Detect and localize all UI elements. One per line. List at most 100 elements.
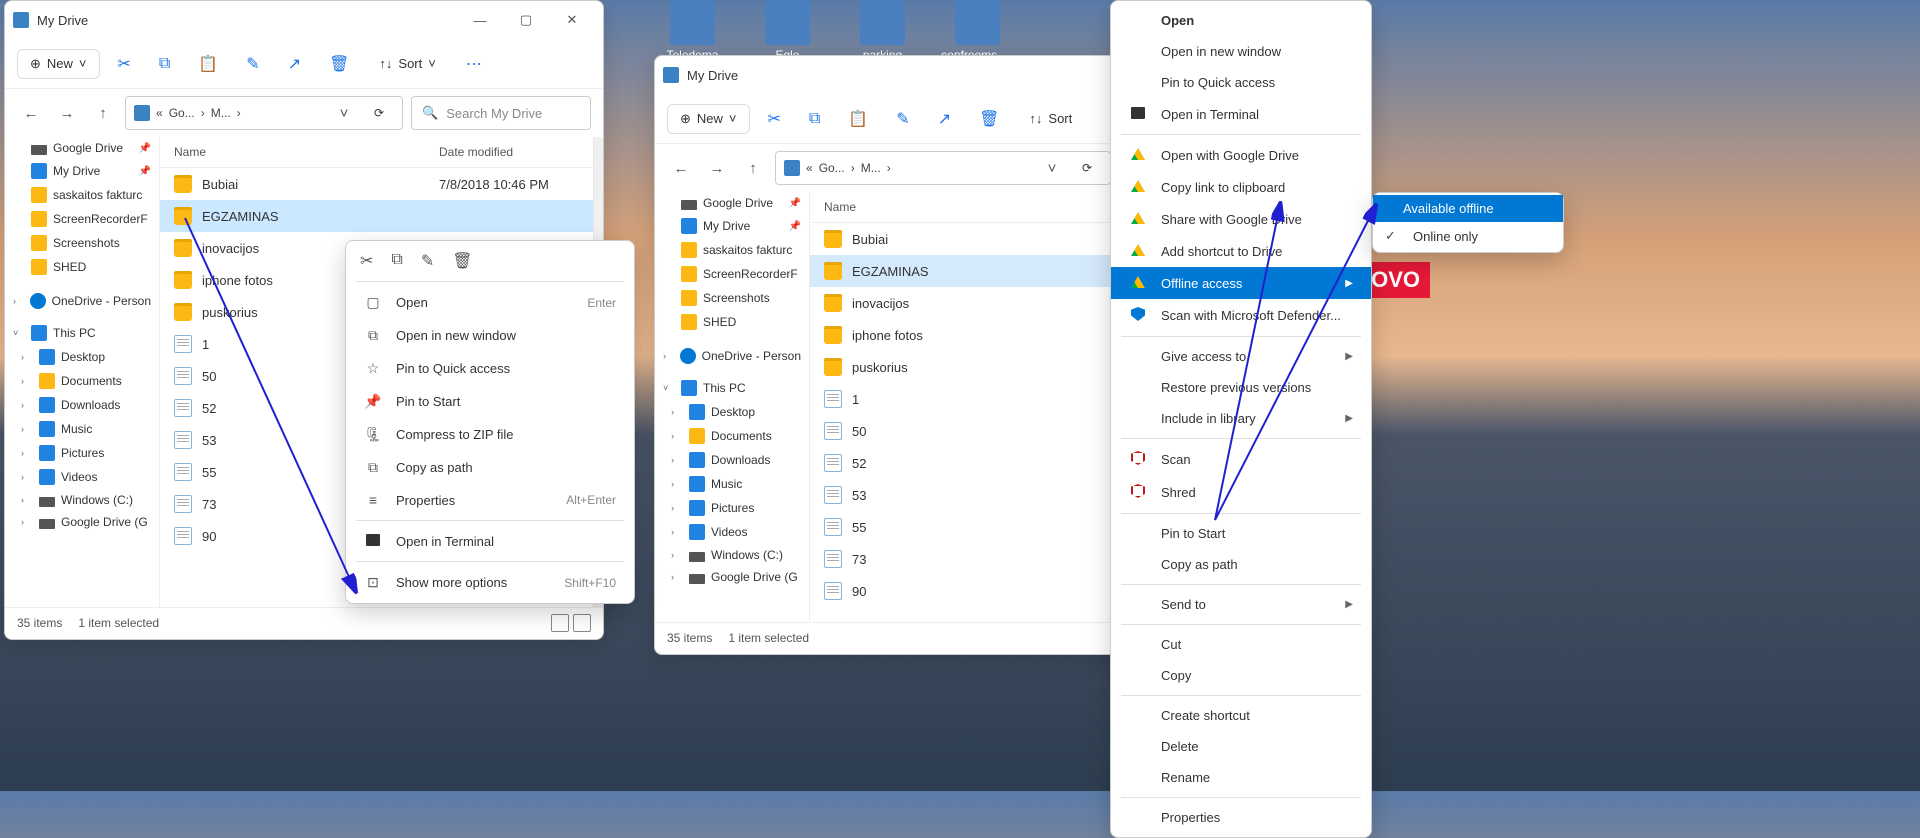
ctx-show-more-options[interactable]: ⊡Show more optionsShift+F10 — [346, 566, 634, 599]
ctx-open-terminal[interactable]: Open in Terminal — [346, 525, 634, 557]
delete-icon[interactable]: 🗑 — [319, 48, 359, 80]
addr-chevron-icon[interactable]: ˅ — [1038, 160, 1066, 177]
addr-chevron-icon[interactable]: ˅ — [330, 105, 358, 122]
file-row[interactable]: EGZAMINAS — [160, 200, 593, 232]
submenu-online-only[interactable]: ✓Online only — [1373, 222, 1563, 250]
ctx-open-terminal[interactable]: Open in Terminal — [1111, 98, 1371, 130]
more-icon[interactable]: ⋯ — [456, 48, 492, 80]
sidebar-this-pc[interactable]: ˅This PC — [5, 321, 159, 345]
share-icon[interactable]: ↗ — [928, 103, 961, 135]
ctx-copy-path[interactable]: Copy as path — [1111, 549, 1371, 580]
sidebar-item[interactable]: saskaitos fakturc — [5, 183, 159, 207]
sidebar-item[interactable]: saskaitos fakturc — [655, 238, 809, 262]
sidebar-item[interactable]: SHED — [5, 255, 159, 279]
ctx-shred[interactable]: Shred — [1111, 476, 1371, 509]
sidebar-item[interactable]: ›Desktop — [5, 345, 159, 369]
forward-button[interactable]: → — [53, 105, 81, 122]
ctx-pin-quick-access[interactable]: ☆Pin to Quick access — [346, 352, 634, 385]
sidebar-item[interactable]: Screenshots — [5, 231, 159, 255]
ctx-offline-access[interactable]: Offline access▶ — [1111, 267, 1371, 299]
cut-icon[interactable]: ✂ — [108, 48, 141, 80]
rename-icon[interactable]: ✎ — [886, 103, 919, 135]
sidebar-item[interactable]: ›Google Drive (G — [5, 511, 159, 533]
new-button[interactable]: ⊕ New ˅ — [667, 104, 750, 134]
ctx-give-access[interactable]: Give access to▶ — [1111, 341, 1371, 372]
sidebar-item[interactable]: ›Desktop — [655, 400, 809, 424]
paste-icon[interactable]: 📋 — [838, 103, 878, 135]
up-button[interactable]: ↑ — [739, 160, 767, 177]
copy-icon[interactable]: ⧉ — [391, 251, 402, 271]
up-button[interactable]: ↑ — [89, 105, 117, 122]
paste-icon[interactable]: 📋 — [188, 48, 228, 80]
sidebar-onedrive[interactable]: ›OneDrive - Person — [5, 289, 159, 313]
share-icon[interactable]: ↗ — [278, 48, 311, 80]
sidebar-this-pc[interactable]: ˅This PC — [655, 376, 809, 400]
sidebar-item[interactable]: ›Music — [655, 472, 809, 496]
ctx-cut[interactable]: Cut — [1111, 629, 1371, 660]
ctx-create-shortcut[interactable]: Create shortcut — [1111, 700, 1371, 731]
sort-button[interactable]: ↑↓ Sort ˅ — [367, 50, 447, 77]
ctx-send-to[interactable]: Send to▶ — [1111, 589, 1371, 620]
address-bar[interactable]: «Go...›M...› ˅ ⟳ — [125, 96, 403, 130]
ctx-open-new-window[interactable]: ⧉Open in new window — [346, 319, 634, 352]
ctx-scan-defender[interactable]: Scan with Microsoft Defender... — [1111, 299, 1371, 332]
sidebar-item[interactable]: Google Drive📌 — [5, 137, 159, 159]
delete-icon[interactable]: 🗑 — [969, 103, 1009, 135]
ctx-copy-path[interactable]: ⧉Copy as path — [346, 451, 634, 484]
sidebar-item[interactable]: ›Windows (C:) — [5, 489, 159, 511]
ctx-share-gdrive[interactable]: Share with Google Drive — [1111, 203, 1371, 235]
sidebar-item[interactable]: My Drive📌 — [655, 214, 809, 238]
sidebar-item[interactable]: SHED — [655, 310, 809, 334]
close-button[interactable]: ✕ — [549, 4, 595, 36]
submenu-available-offline[interactable]: Available offline — [1373, 195, 1563, 222]
ctx-compress-zip[interactable]: 🗜Compress to ZIP file — [346, 418, 634, 451]
search-box[interactable]: 🔍 Search My Drive — [411, 96, 591, 130]
ctx-pin-quick-access[interactable]: Pin to Quick access — [1111, 67, 1371, 98]
ctx-properties[interactable]: Properties — [1111, 802, 1371, 833]
delete-icon[interactable]: 🗑 — [452, 251, 472, 271]
copy-icon[interactable]: ⧉ — [149, 49, 180, 79]
new-button[interactable]: ⊕ New ˅ — [17, 49, 100, 79]
ctx-pin-start[interactable]: Pin to Start — [1111, 518, 1371, 549]
cut-icon[interactable]: ✂ — [360, 251, 373, 271]
sidebar-onedrive[interactable]: ›OneDrive - Person — [655, 344, 809, 368]
ctx-open[interactable]: ▢OpenEnter — [346, 286, 634, 319]
refresh-button[interactable]: ⟳ — [1072, 161, 1102, 175]
ctx-add-shortcut-drive[interactable]: Add shortcut to Drive — [1111, 235, 1371, 267]
back-button[interactable]: ← — [17, 105, 45, 122]
ctx-copy-link[interactable]: Copy link to clipboard — [1111, 171, 1371, 203]
sidebar-item[interactable]: Google Drive📌 — [655, 192, 809, 214]
ctx-rename[interactable]: Rename — [1111, 762, 1371, 793]
refresh-button[interactable]: ⟳ — [364, 106, 394, 120]
view-icons-icon[interactable] — [573, 614, 591, 632]
titlebar[interactable]: My Drive — ▢ ✕ — [5, 1, 603, 39]
sidebar-item[interactable]: ›Windows (C:) — [655, 544, 809, 566]
ctx-delete[interactable]: Delete — [1111, 731, 1371, 762]
ctx-open-google-drive[interactable]: Open with Google Drive — [1111, 139, 1371, 171]
ctx-scan[interactable]: Scan — [1111, 443, 1371, 476]
sidebar-item[interactable]: ›Documents — [5, 369, 159, 393]
sidebar-item[interactable]: ›Downloads — [655, 448, 809, 472]
rename-icon[interactable]: ✎ — [421, 251, 434, 271]
sidebar-item[interactable]: ›Google Drive (G — [655, 566, 809, 588]
forward-button[interactable]: → — [703, 160, 731, 177]
ctx-open[interactable]: Open — [1111, 5, 1371, 36]
sidebar-item[interactable]: ›Pictures — [655, 496, 809, 520]
address-bar[interactable]: «Go...›M...› ˅ ⟳ — [775, 151, 1111, 185]
sidebar-item[interactable]: ›Downloads — [5, 393, 159, 417]
ctx-open-new-window[interactable]: Open in new window — [1111, 36, 1371, 67]
sidebar-item[interactable]: ScreenRecorderF — [655, 262, 809, 286]
minimize-button[interactable]: — — [457, 4, 503, 36]
ctx-include-library[interactable]: Include in library▶ — [1111, 403, 1371, 434]
sidebar-item[interactable]: ScreenRecorderF — [5, 207, 159, 231]
sidebar-item[interactable]: Screenshots — [655, 286, 809, 310]
file-row[interactable]: Bubiai7/8/2018 10:46 PM — [160, 168, 593, 200]
column-headers[interactable]: Name Date modified — [160, 137, 593, 168]
sidebar-item[interactable]: ›Videos — [5, 465, 159, 489]
sidebar-item[interactable]: ›Pictures — [5, 441, 159, 465]
ctx-properties[interactable]: ≡PropertiesAlt+Enter — [346, 484, 634, 516]
back-button[interactable]: ← — [667, 160, 695, 177]
sidebar-item[interactable]: ›Documents — [655, 424, 809, 448]
rename-icon[interactable]: ✎ — [236, 48, 269, 80]
view-details-icon[interactable] — [551, 614, 569, 632]
